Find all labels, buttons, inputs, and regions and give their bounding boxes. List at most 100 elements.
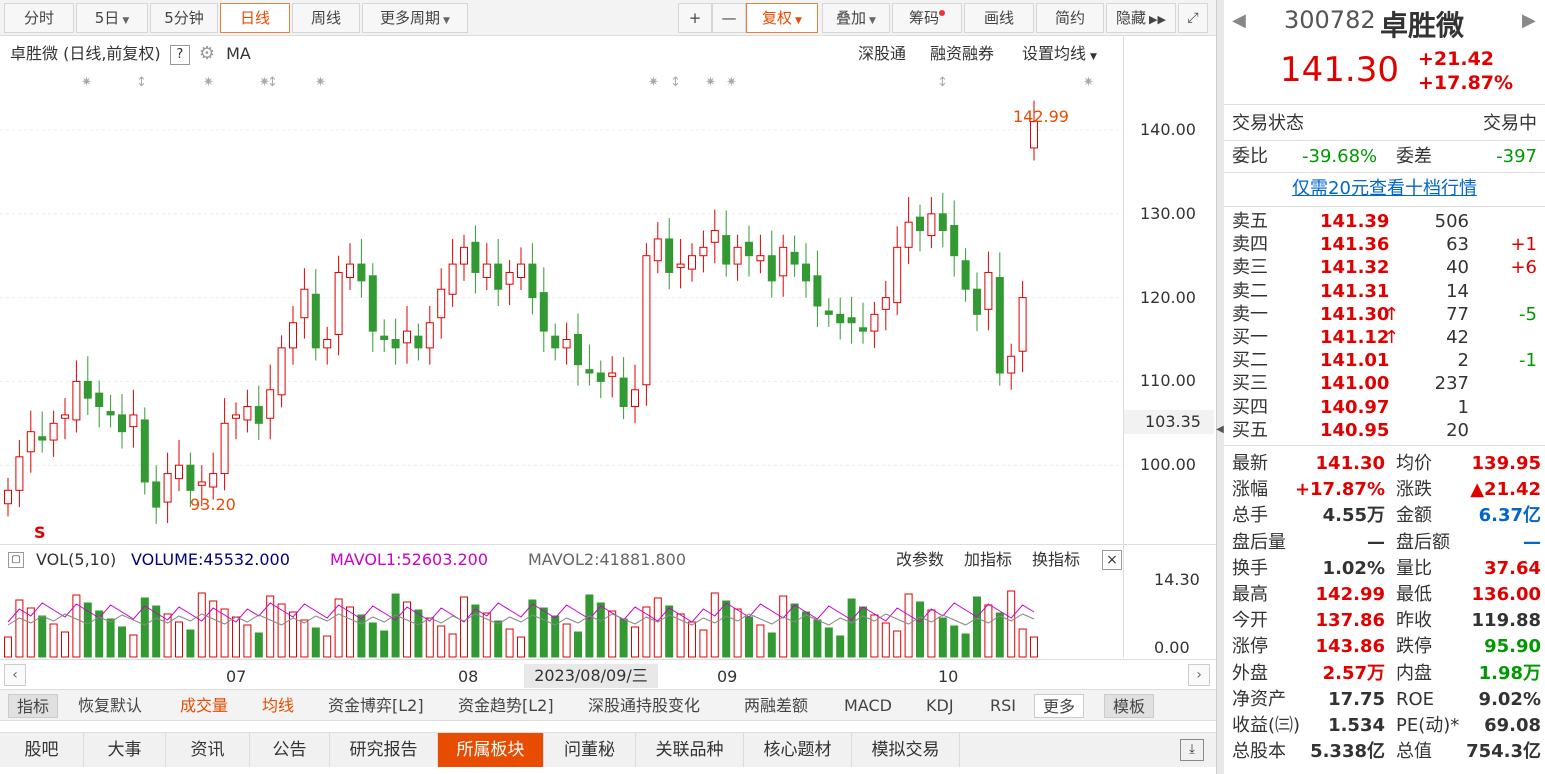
event-marker-icon[interactable]: ↕ [136, 75, 147, 90]
more-period-dropdown[interactable]: 更多周期 ▼ [362, 3, 468, 33]
candle-body [425, 322, 434, 349]
help-icon[interactable]: ? [169, 44, 190, 65]
tab-events[interactable]: 大事 [84, 733, 166, 768]
expand-icon[interactable]: ▢ [8, 552, 24, 568]
indicator-fund-game[interactable]: 资金博弈[L2] [328, 694, 424, 718]
close-icon[interactable]: × [1102, 550, 1122, 570]
volume-bar [38, 615, 47, 658]
event-marker-icon[interactable]: ✷ [1083, 75, 1094, 90]
candle-body [277, 347, 286, 396]
tab-research[interactable]: 研究报告 [330, 733, 438, 768]
tab-guba[interactable]: 股吧 [0, 733, 84, 768]
zoom-out-button[interactable]: — [712, 3, 746, 33]
template-button[interactable]: 模板 [1104, 694, 1155, 718]
fuquan-dropdown[interactable]: 复权 ▼ [746, 3, 818, 33]
overlay-dropdown[interactable]: 叠加 ▼ [822, 3, 890, 33]
collapse-panel-icon[interactable]: ⤓ [1180, 739, 1204, 761]
candle-body [129, 414, 138, 428]
add-indicator-link[interactable]: 加指标 [964, 545, 1012, 575]
ask-row[interactable]: 卖二 141.31 14 [1224, 280, 1545, 303]
indicator-ma[interactable]: 均线 [262, 694, 294, 718]
fullscreen-button[interactable]: ⤢ [1178, 3, 1208, 33]
event-marker-icon[interactable]: ✷ [648, 75, 659, 90]
bid-row[interactable]: 买五 140.95 20 [1224, 419, 1545, 442]
candle-body [847, 317, 856, 324]
event-marker-icon[interactable]: ✷ [705, 75, 716, 90]
hide-label: 隐藏 [1116, 9, 1147, 27]
ask-row[interactable]: 卖五 141.39 506 [1224, 210, 1545, 233]
gear-icon[interactable]: ⚙ [199, 43, 215, 64]
candle-body [722, 235, 731, 265]
ma-label[interactable]: MA [226, 44, 251, 63]
tab-sector[interactable]: 所属板块 [438, 733, 544, 768]
event-marker-icon[interactable]: ✷ [203, 75, 214, 90]
ask-row[interactable]: 卖一 141.30 ↑ 77 -5 [1224, 303, 1545, 326]
splitter-arrow-icon[interactable]: ◀ [1216, 415, 1224, 445]
event-marker-icon[interactable]: ↕ [937, 75, 948, 90]
set-ma-dropdown[interactable]: 设置均线 ▼ [1022, 42, 1097, 69]
indicator-kdj[interactable]: KDJ [926, 694, 954, 718]
overlay-label: 叠加 [836, 9, 867, 27]
draw-button[interactable]: 画线 [964, 3, 1034, 33]
candle-body [733, 246, 742, 265]
event-marker-icon[interactable]: ↕ [670, 75, 681, 90]
tab-five-min[interactable]: 5分钟 [150, 3, 218, 33]
prev-stock-icon[interactable]: ◀ [1232, 10, 1246, 31]
event-flag-icon[interactable]: S [34, 523, 46, 542]
edit-params-link[interactable]: 改参数 [896, 545, 944, 575]
event-marker-icon[interactable]: ✷ [726, 75, 737, 90]
tab-announcements[interactable]: 公告 [250, 733, 330, 768]
volume-bar [49, 623, 58, 658]
bid-row[interactable]: 买二 141.01 2 -1 [1224, 349, 1545, 372]
vol-indicator-name[interactable]: VOL(5,10) [36, 545, 116, 575]
tab-daily[interactable]: 日线 [220, 3, 290, 33]
link-margin[interactable]: 融资融券 [930, 42, 994, 66]
bid-row[interactable]: 买三 141.00 237 [1224, 372, 1545, 395]
tab-related[interactable]: 关联品种 [636, 733, 744, 768]
simple-button[interactable]: 简约 [1036, 3, 1104, 33]
candle-body [414, 335, 423, 349]
panel-splitter[interactable] [1216, 0, 1224, 774]
restore-default-button[interactable]: 恢复默认 [78, 694, 142, 718]
change-indicator-link[interactable]: 换指标 [1032, 545, 1080, 575]
ask-row[interactable]: 卖四 141.36 63 +1 [1224, 233, 1545, 256]
indicator-hk-holding[interactable]: 深股通持股变化 [588, 694, 700, 718]
next-stock-icon[interactable]: ▶ [1522, 10, 1536, 31]
scroll-left-button[interactable]: ‹ [4, 664, 26, 686]
event-marker-icon[interactable]: ↕ [267, 75, 278, 90]
indicator-volume[interactable]: 成交量 [180, 694, 228, 718]
indicator-fund-trend[interactable]: 资金趋势[L2] [458, 694, 554, 718]
event-marker-icon[interactable]: ✷ [315, 75, 326, 90]
status-value: 交易中 [1483, 113, 1537, 134]
indicator-margin-diff[interactable]: 两融差额 [744, 694, 808, 718]
candlestick-chart[interactable]: 142.9993.20S✷ ↕ ✷ ✷↕ ✷ ✷ ↕ ✷ ✷ ↕ ✷ [0, 68, 1124, 544]
ask-row[interactable]: 卖三 141.32 40 +6 [1224, 256, 1545, 279]
indicator-macd[interactable]: MACD [844, 694, 892, 718]
tab-simulation[interactable]: 模拟交易 [852, 733, 960, 768]
link-hk-connect[interactable]: 深股通 [858, 42, 906, 66]
volume-bar [471, 604, 480, 658]
scroll-right-button[interactable]: › [1188, 664, 1210, 686]
tab-fenshi[interactable]: 分时 [4, 3, 74, 33]
more-indicators-button[interactable]: 更多 [1034, 694, 1085, 718]
zoom-in-button[interactable]: + [678, 3, 712, 33]
event-marker-icon[interactable]: ✷ [81, 75, 92, 90]
candle-body [824, 310, 833, 315]
volume-bar [881, 622, 890, 658]
indicator-label[interactable]: 指标 [8, 694, 59, 718]
hide-button[interactable]: 隐藏 ▶▶ [1106, 3, 1176, 33]
bid-row[interactable]: 买四 140.97 1 [1224, 396, 1545, 419]
bid-row[interactable]: 买一 141.12 ↑ 42 [1224, 326, 1545, 349]
stat-value: 37.64 [1484, 557, 1541, 579]
promo-link[interactable]: 仅需20元查看十档行情 [1292, 178, 1477, 199]
volume-chart[interactable] [0, 575, 1124, 659]
chips-button[interactable]: 筹码 [892, 3, 962, 33]
tab-five-day[interactable]: 5日 ▼ [76, 3, 148, 33]
bottom-tabs: 股吧 大事 资讯 公告 研究报告 所属板块 问董秘 关联品种 核心题材 模拟交易… [0, 732, 1216, 768]
tab-weekly[interactable]: 周线 [292, 3, 360, 33]
tab-ask-secretary[interactable]: 问董秘 [544, 733, 636, 768]
tab-themes[interactable]: 核心题材 [744, 733, 852, 768]
tab-news[interactable]: 资讯 [166, 733, 250, 768]
indicator-rsi[interactable]: RSI [990, 694, 1016, 718]
x-label: 10 [938, 667, 959, 686]
